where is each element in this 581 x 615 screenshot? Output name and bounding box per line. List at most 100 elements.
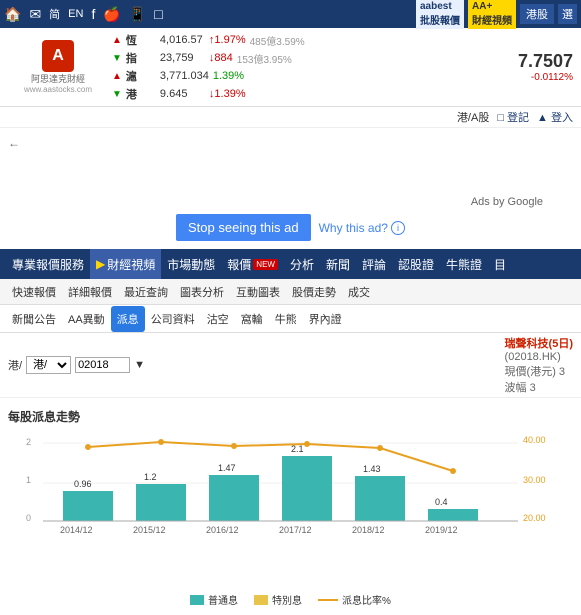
svg-text:2014/12: 2014/12 bbox=[60, 525, 93, 535]
sub-item-detail[interactable]: 詳細報價 bbox=[62, 279, 118, 305]
tab-aa[interactable]: AA異動 bbox=[62, 306, 111, 332]
sub-item-quick[interactable]: 快速報價 bbox=[6, 279, 62, 305]
stock-change-label: 波幅 3 bbox=[505, 379, 573, 395]
tab-short[interactable]: 沽空 bbox=[201, 306, 235, 332]
nav-item-market[interactable]: 市場動態 bbox=[161, 249, 221, 279]
simplified-chinese-btn[interactable]: 简 bbox=[49, 6, 60, 22]
tab-news[interactable]: 新聞公告 bbox=[6, 306, 62, 332]
down-arrow-icon-2: ▼ bbox=[112, 89, 122, 100]
tab-label-warrant2: 窩輪 bbox=[241, 311, 263, 327]
chart-container: 2 1 0 40.00 30.00 20.00 0.96 1.2 1.47 2.… bbox=[8, 433, 563, 588]
facebook-icon[interactable]: f bbox=[91, 6, 95, 22]
sub-nav: 快速報價 詳細報價 最近查詢 圖表分析 互動圖表 股價走勢 成交 bbox=[0, 279, 581, 305]
tab-bull[interactable]: 牛熊 bbox=[269, 306, 303, 332]
tab-company[interactable]: 公司資料 bbox=[145, 306, 201, 332]
english-btn[interactable]: EN bbox=[68, 8, 83, 20]
svg-text:40.00: 40.00 bbox=[523, 435, 546, 445]
line-dot-1 bbox=[85, 444, 91, 450]
nav-label-more: 目 bbox=[494, 256, 506, 273]
tab-dividend[interactable]: 派息 bbox=[111, 306, 145, 332]
ticker-chg-4: ↓1.39% bbox=[209, 88, 246, 100]
nav-item-bull-bear[interactable]: 牛熊證 bbox=[440, 249, 488, 279]
sub-label-quick: 快速報價 bbox=[12, 284, 56, 300]
nav-item-reports[interactable]: 專業報價服務 bbox=[6, 249, 90, 279]
region-filter-label: 港/ bbox=[8, 357, 22, 373]
top-nav-bar: 🏠 ✉ 简 EN f 🍎 📱 □ aabest批股報價 AA+財經視頻 港股 選 bbox=[0, 0, 581, 28]
stock-code-input[interactable] bbox=[75, 357, 130, 373]
ticker-sub-2: 153億3.95% bbox=[237, 51, 292, 66]
tab-range[interactable]: 界內證 bbox=[303, 306, 348, 332]
ticker-name-1: 恆 bbox=[126, 32, 156, 48]
tab-label-range: 界內證 bbox=[309, 311, 342, 327]
sub-label-trend: 股價走勢 bbox=[292, 284, 336, 300]
svg-text:0.4: 0.4 bbox=[435, 497, 448, 507]
nav-item-quote[interactable]: 報價 NEW bbox=[221, 249, 284, 279]
sub-label-interactive: 互動圖表 bbox=[236, 284, 280, 300]
login-link[interactable]: ▲ 登入 bbox=[537, 109, 573, 125]
svg-text:2017/12: 2017/12 bbox=[279, 525, 312, 535]
line-dot-6 bbox=[450, 468, 456, 474]
bar-2017 bbox=[282, 456, 332, 521]
nav-item-comment[interactable]: 評論 bbox=[356, 249, 392, 279]
nav-item-video[interactable]: ▶ 財經視頻 bbox=[90, 249, 161, 279]
up-arrow-icon-2: ▲ bbox=[112, 71, 122, 82]
sub-item-interactive[interactable]: 互動圖表 bbox=[230, 279, 286, 305]
nav-label-bull-bear: 牛熊證 bbox=[446, 256, 482, 273]
stop-seeing-ad-button[interactable]: Stop seeing this ad bbox=[176, 214, 311, 241]
region-label: 港/A股 bbox=[457, 109, 489, 125]
ticker-val-1: 4,016.57 bbox=[160, 34, 205, 46]
ads-by-google-label: Ads by Google bbox=[471, 196, 543, 208]
ticker-name-3: 滬 bbox=[126, 68, 156, 84]
info-icon: i bbox=[391, 221, 405, 235]
why-this-ad-link[interactable]: Why this ad? i bbox=[319, 221, 405, 235]
legend-box-special bbox=[254, 595, 268, 605]
legend-normal-dividend: 普通息 bbox=[190, 592, 238, 607]
auth-area: 港/A股 □ 登記 ▲ 登入 bbox=[0, 107, 581, 128]
filter-row: 港/ 港/ A股 ▼ 瑞聲科技(5日) (02018.HK) 現價(港元) 3 … bbox=[0, 333, 581, 398]
ad-buttons-row: Stop seeing this ad Why this ad? i bbox=[176, 214, 405, 241]
sub-item-chart[interactable]: 圖表分析 bbox=[174, 279, 230, 305]
sub-item-trend[interactable]: 股價走勢 bbox=[286, 279, 342, 305]
ticker-chg-2: ↓884 bbox=[209, 52, 233, 64]
ticker-chg-1: ↑1.97% bbox=[209, 34, 246, 46]
legend-ratio: 派息比率% bbox=[318, 592, 391, 607]
line-dot-4 bbox=[304, 441, 310, 447]
back-arrow-icon[interactable]: ← bbox=[8, 136, 20, 150]
nav-item-warrant[interactable]: 認股證 bbox=[392, 249, 440, 279]
legend-special-dividend: 特別息 bbox=[254, 592, 302, 607]
nav-item-more[interactable]: 目 bbox=[488, 249, 512, 279]
hk-stocks-button[interactable]: 港股 bbox=[520, 4, 554, 24]
more-button[interactable]: 選 bbox=[558, 4, 577, 24]
sub-item-recent[interactable]: 最近查詢 bbox=[118, 279, 174, 305]
ticker-heng: ▲ 恆 4,016.57 ↑1.97% 485億3.59% bbox=[112, 32, 499, 48]
home-icon[interactable]: 🏠 bbox=[4, 6, 21, 23]
svg-text:2018/12: 2018/12 bbox=[352, 525, 385, 535]
nav-item-analysis[interactable]: 分析 bbox=[284, 249, 320, 279]
svg-text:20.00: 20.00 bbox=[523, 513, 546, 523]
sub-label-vol: 成交 bbox=[348, 284, 370, 300]
nav-label-video: 財經視頻 bbox=[107, 256, 155, 273]
ticker-name-2: 指 bbox=[126, 50, 156, 66]
apple-icon[interactable]: 🍎 bbox=[103, 6, 120, 23]
header: A 阿思達克財經 www.aastocks.com ▲ 恆 4,016.57 ↑… bbox=[0, 28, 581, 107]
nav-item-news[interactable]: 新聞 bbox=[320, 249, 356, 279]
svg-text:1.2: 1.2 bbox=[144, 472, 157, 482]
tab-warrant2[interactable]: 窩輪 bbox=[235, 306, 269, 332]
mail-icon[interactable]: ✉ bbox=[29, 6, 41, 23]
sub-item-vol[interactable]: 成交 bbox=[342, 279, 376, 305]
nav-label-comment: 評論 bbox=[362, 256, 386, 273]
app-icon[interactable]: □ bbox=[154, 6, 162, 22]
dropdown-arrow-icon[interactable]: ▼ bbox=[134, 359, 145, 371]
mobile-icon[interactable]: 📱 bbox=[129, 6, 146, 23]
nav-label-analysis: 分析 bbox=[290, 256, 314, 273]
up-arrow-icon: ▲ bbox=[112, 35, 122, 46]
chart-title: 每股派息走勢 bbox=[8, 408, 573, 425]
region-select[interactable]: 港/ A股 bbox=[26, 356, 71, 374]
svg-text:1: 1 bbox=[26, 475, 31, 485]
bar-2015 bbox=[136, 484, 186, 521]
svg-text:1.47: 1.47 bbox=[218, 463, 236, 473]
legend-line-ratio bbox=[318, 599, 338, 601]
register-link[interactable]: □ 登記 bbox=[497, 109, 529, 125]
right-stock-value: 7.7507 bbox=[518, 51, 573, 72]
bar-2018 bbox=[355, 476, 405, 521]
